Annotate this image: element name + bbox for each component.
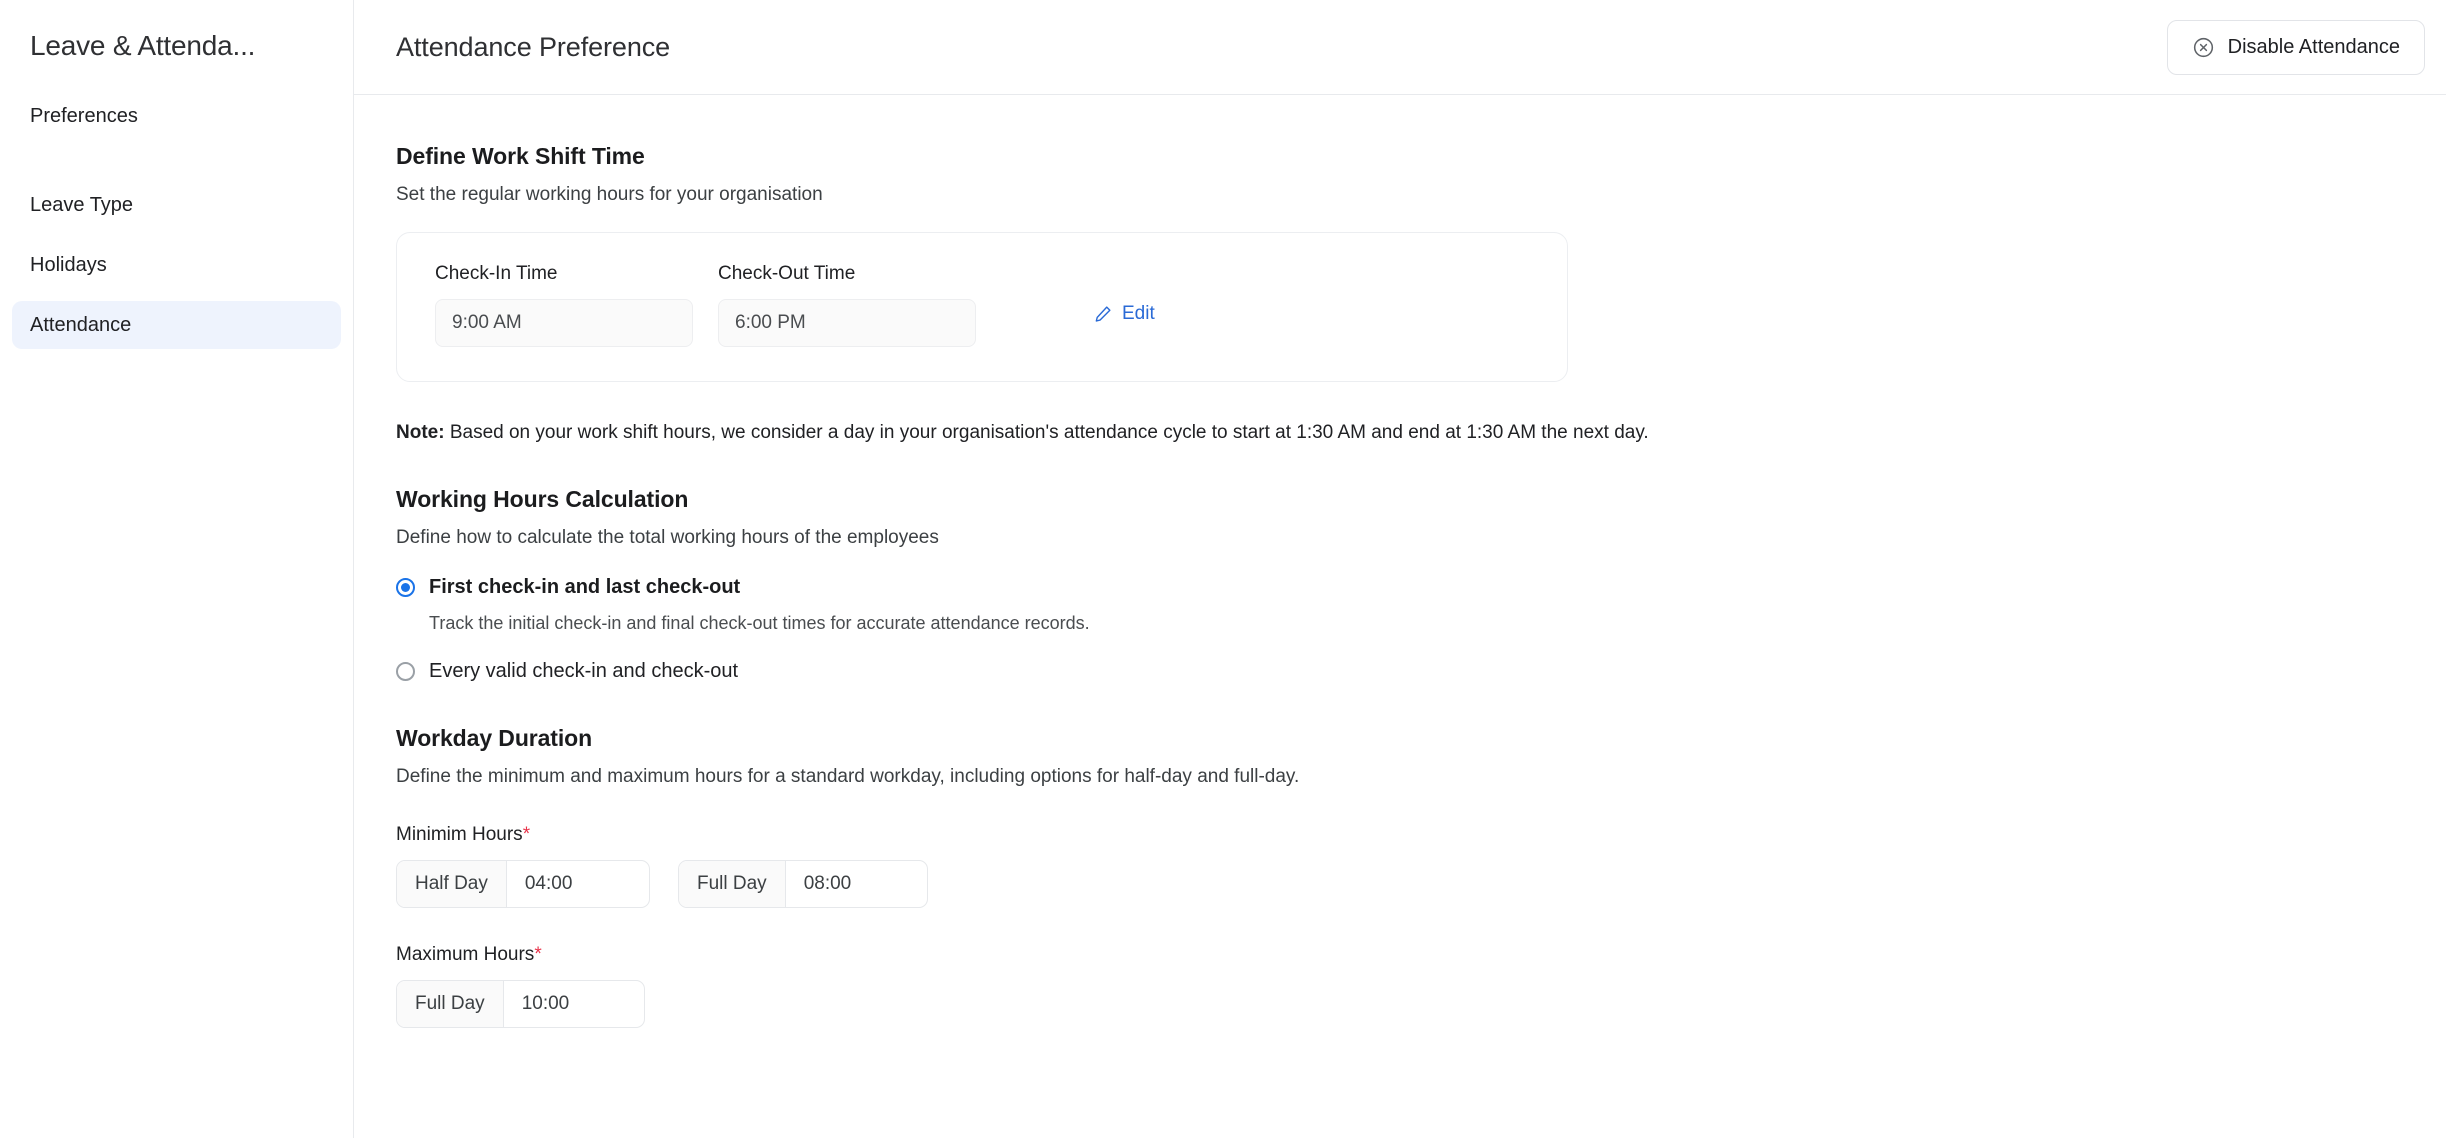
minimum-hours-label-text: Minimim Hours [396, 824, 523, 845]
shift-note: Note: Based on your work shift hours, we… [396, 422, 2404, 444]
radio-option-first-checkin[interactable]: First check-in and last check-out [396, 576, 2404, 599]
radio-option-label: First check-in and last check-out [429, 576, 740, 599]
minimum-hours-row: Half Day 04:00 Full Day 08:00 [396, 860, 2404, 908]
sidebar-item-attendance[interactable]: Attendance [12, 301, 341, 349]
working-hours-section: Working Hours Calculation Define how to … [396, 486, 2404, 683]
checkin-field-group: Check-In Time 9:00 AM [435, 263, 693, 347]
sidebar: Leave & Attenda... Preferences Leave Typ… [0, 0, 354, 1138]
minimum-full-day-value: 08:00 [786, 861, 914, 907]
sidebar-item-label: Attendance [30, 314, 131, 337]
sidebar-item-holidays[interactable]: Holidays [12, 241, 341, 289]
radio-indicator-unselected[interactable] [396, 662, 415, 681]
maximum-hours-label: Maximum Hours* [396, 944, 2404, 966]
minimum-half-day-prefix: Half Day [397, 861, 507, 907]
working-hours-title: Working Hours Calculation [396, 486, 2404, 513]
sidebar-item-label: Preferences [30, 105, 138, 128]
work-shift-section-title: Define Work Shift Time [396, 143, 2404, 170]
radio-option-label: Every valid check-in and check-out [429, 660, 738, 683]
checkin-time-input[interactable]: 9:00 AM [435, 299, 693, 347]
checkout-time-input[interactable]: 6:00 PM [718, 299, 976, 347]
disable-attendance-label: Disable Attendance [2228, 36, 2400, 59]
edit-shift-label: Edit [1122, 303, 1155, 325]
minimum-half-day-value: 04:00 [507, 861, 635, 907]
checkout-field-group: Check-Out Time 6:00 PM [718, 263, 976, 347]
sidebar-item-leave-type[interactable]: Leave Type [12, 181, 341, 229]
maximum-full-day-prefix: Full Day [397, 981, 504, 1027]
checkout-time-value: 6:00 PM [735, 312, 806, 334]
sidebar-item-preferences[interactable]: Preferences [12, 92, 341, 140]
circle-x-icon [2192, 36, 2215, 59]
settings-content: Define Work Shift Time Set the regular w… [354, 95, 2446, 1138]
required-asterisk: * [523, 824, 530, 845]
checkout-label: Check-Out Time [718, 263, 976, 285]
sidebar-title: Leave & Attenda... [0, 22, 353, 70]
minimum-half-day-field[interactable]: Half Day 04:00 [396, 860, 650, 908]
maximum-full-day-value: 10:00 [504, 981, 632, 1027]
workday-duration-subtitle: Define the minimum and maximum hours for… [396, 766, 2404, 788]
work-shift-card: Check-In Time 9:00 AM Check-Out Time 6:0… [396, 232, 1568, 382]
required-asterisk: * [534, 944, 541, 965]
page-header: Attendance Preference Disable Attendance [354, 0, 2446, 95]
workday-duration-section: Workday Duration Define the minimum and … [396, 725, 2404, 1028]
radio-option-every-valid[interactable]: Every valid check-in and check-out [396, 660, 2404, 683]
app-root: Leave & Attenda... Preferences Leave Typ… [0, 0, 2446, 1138]
sidebar-item-label: Holidays [30, 254, 107, 277]
minimum-full-day-field[interactable]: Full Day 08:00 [678, 860, 928, 908]
minimum-hours-label: Minimim Hours* [396, 824, 2404, 846]
workday-duration-title: Workday Duration [396, 725, 2404, 752]
maximum-hours-row: Full Day 10:00 [396, 980, 2404, 1028]
working-hours-subtitle: Define how to calculate the total workin… [396, 527, 2404, 549]
sidebar-nav: Preferences Leave Type Holidays Attendan… [0, 92, 353, 349]
note-prefix: Note: [396, 422, 445, 443]
work-shift-section-subtitle: Set the regular working hours for your o… [396, 184, 2404, 206]
note-text: Based on your work shift hours, we consi… [445, 422, 1649, 443]
checkin-time-value: 9:00 AM [452, 312, 522, 334]
working-hours-radio-group: First check-in and last check-out Track … [396, 576, 2404, 683]
checkin-label: Check-In Time [435, 263, 693, 285]
radio-indicator-selected[interactable] [396, 578, 415, 597]
minimum-full-day-prefix: Full Day [679, 861, 786, 907]
maximum-hours-label-text: Maximum Hours [396, 944, 534, 965]
main-panel: Attendance Preference Disable Attendance… [354, 0, 2446, 1138]
disable-attendance-button[interactable]: Disable Attendance [2167, 20, 2425, 75]
page-title: Attendance Preference [396, 32, 670, 63]
sidebar-item-label: Leave Type [30, 194, 133, 217]
maximum-full-day-field[interactable]: Full Day 10:00 [396, 980, 645, 1028]
pencil-icon [1093, 304, 1113, 324]
radio-option-help-text: Track the initial check-in and final che… [429, 613, 2404, 634]
edit-shift-link[interactable]: Edit [1093, 303, 1155, 325]
